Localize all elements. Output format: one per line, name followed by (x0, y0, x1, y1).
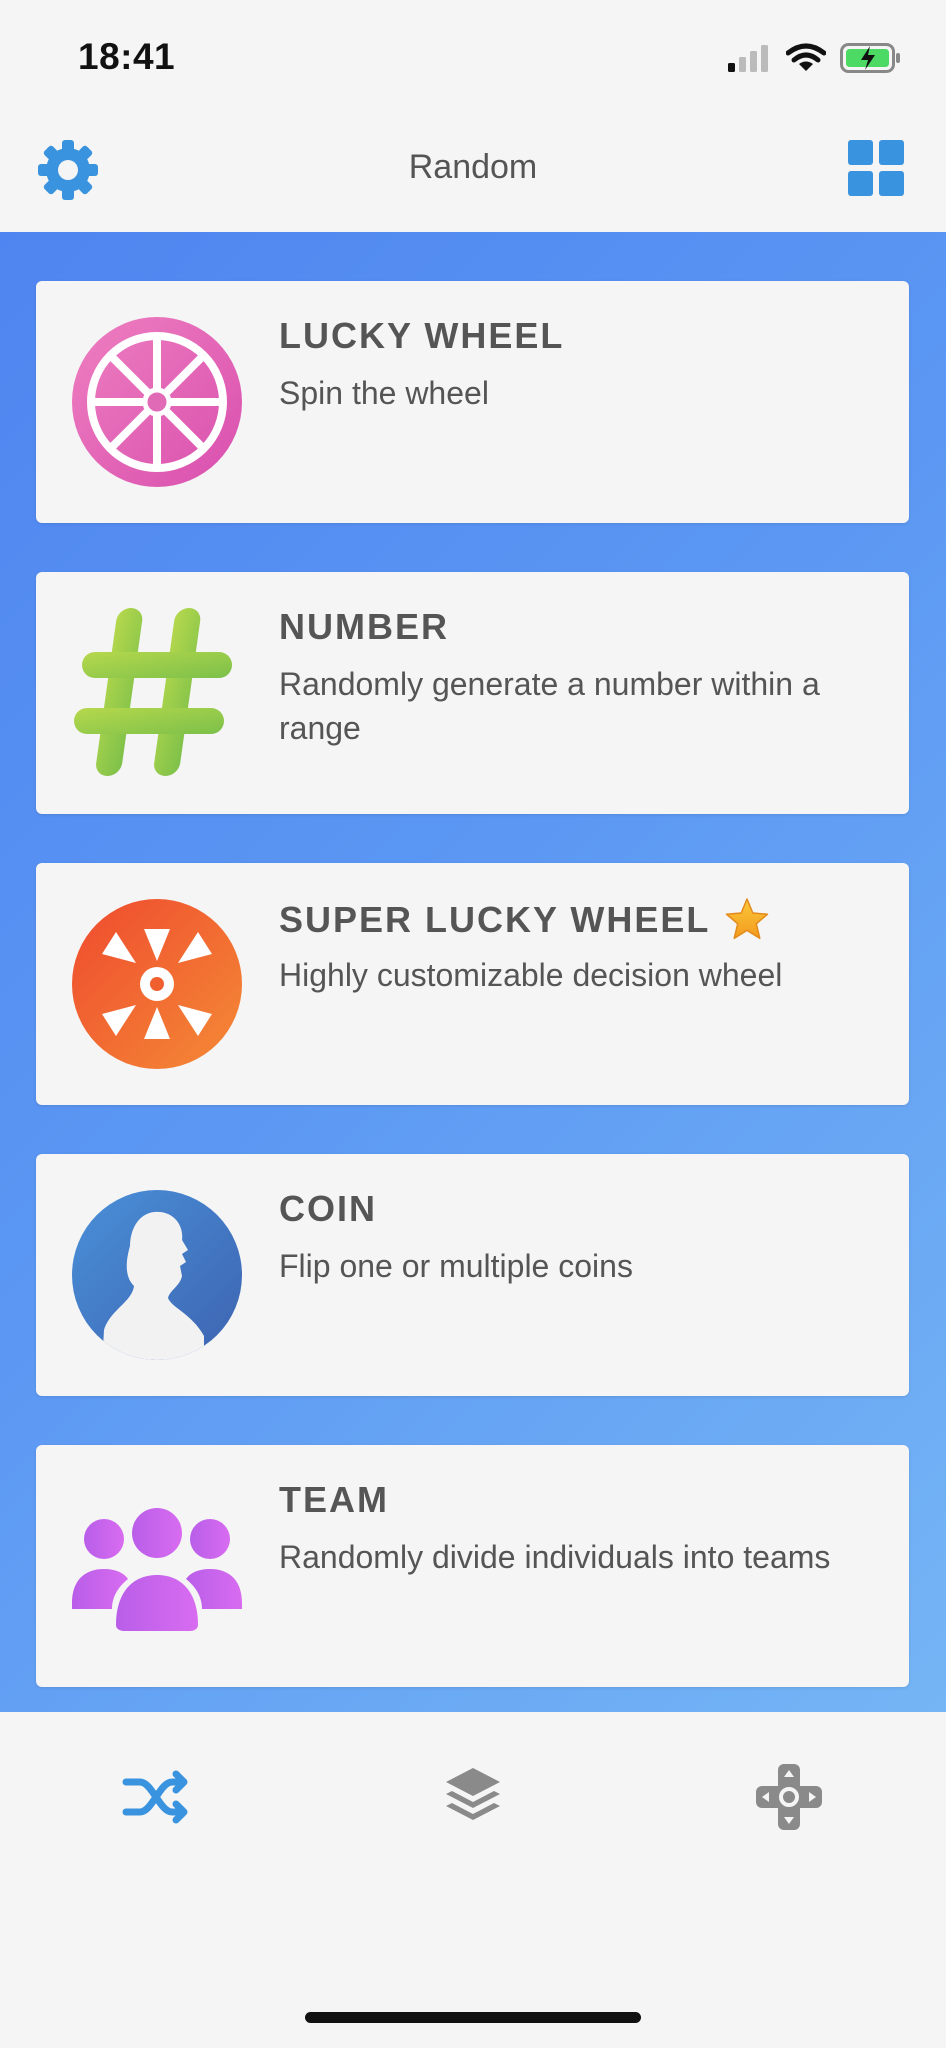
team-icon (72, 1508, 242, 1631)
main-content: LUCKY WHEEL Spin the wheel NUMBER Random… (0, 232, 946, 1712)
home-indicator (305, 2012, 641, 2023)
card-description: Spin the wheel (279, 375, 489, 411)
cellular-signal-icon (728, 45, 768, 72)
hashtag-icon (74, 608, 232, 776)
super-wheel-icon (72, 899, 242, 1069)
page-title: Random (408, 148, 538, 186)
card-title: COIN (279, 1188, 377, 1229)
star-icon (726, 898, 769, 940)
card-team[interactable]: TEAM Randomly divide individuals into te… (36, 1445, 909, 1687)
grid-icon[interactable] (848, 140, 904, 196)
status-time: 18:41 (78, 36, 176, 77)
lucky-wheel-icon (72, 317, 242, 487)
shuffle-icon[interactable] (122, 1762, 192, 1832)
card-super-lucky-wheel[interactable]: SUPER LUCKY WHEEL Highly customizable de… (36, 863, 909, 1105)
nav-bar: Random (0, 110, 946, 232)
card-title: TEAM (279, 1479, 389, 1520)
status-bar: 18:41 (0, 0, 946, 110)
status-icons (728, 42, 902, 74)
gamepad-icon[interactable] (754, 1762, 824, 1832)
card-title: NUMBER (279, 606, 449, 647)
layers-icon[interactable] (438, 1762, 508, 1832)
card-number[interactable]: NUMBER Randomly generate a number within… (36, 572, 909, 814)
card-title: SUPER LUCKY WHEEL (279, 897, 770, 943)
card-description: Randomly generate a number within a rang… (279, 666, 820, 746)
card-description: Flip one or multiple coins (279, 1248, 633, 1284)
coin-icon (72, 1190, 242, 1360)
tab-bar (0, 1712, 946, 2048)
card-description: Highly customizable decision wheel (279, 957, 783, 993)
card-title: LUCKY WHEEL (279, 315, 565, 356)
wifi-icon (786, 43, 826, 71)
card-coin[interactable]: COIN Flip one or multiple coins (36, 1154, 909, 1396)
card-description: Randomly divide individuals into teams (279, 1539, 831, 1575)
card-lucky-wheel[interactable]: LUCKY WHEEL Spin the wheel (36, 281, 909, 523)
battery-charging-icon (840, 43, 900, 73)
